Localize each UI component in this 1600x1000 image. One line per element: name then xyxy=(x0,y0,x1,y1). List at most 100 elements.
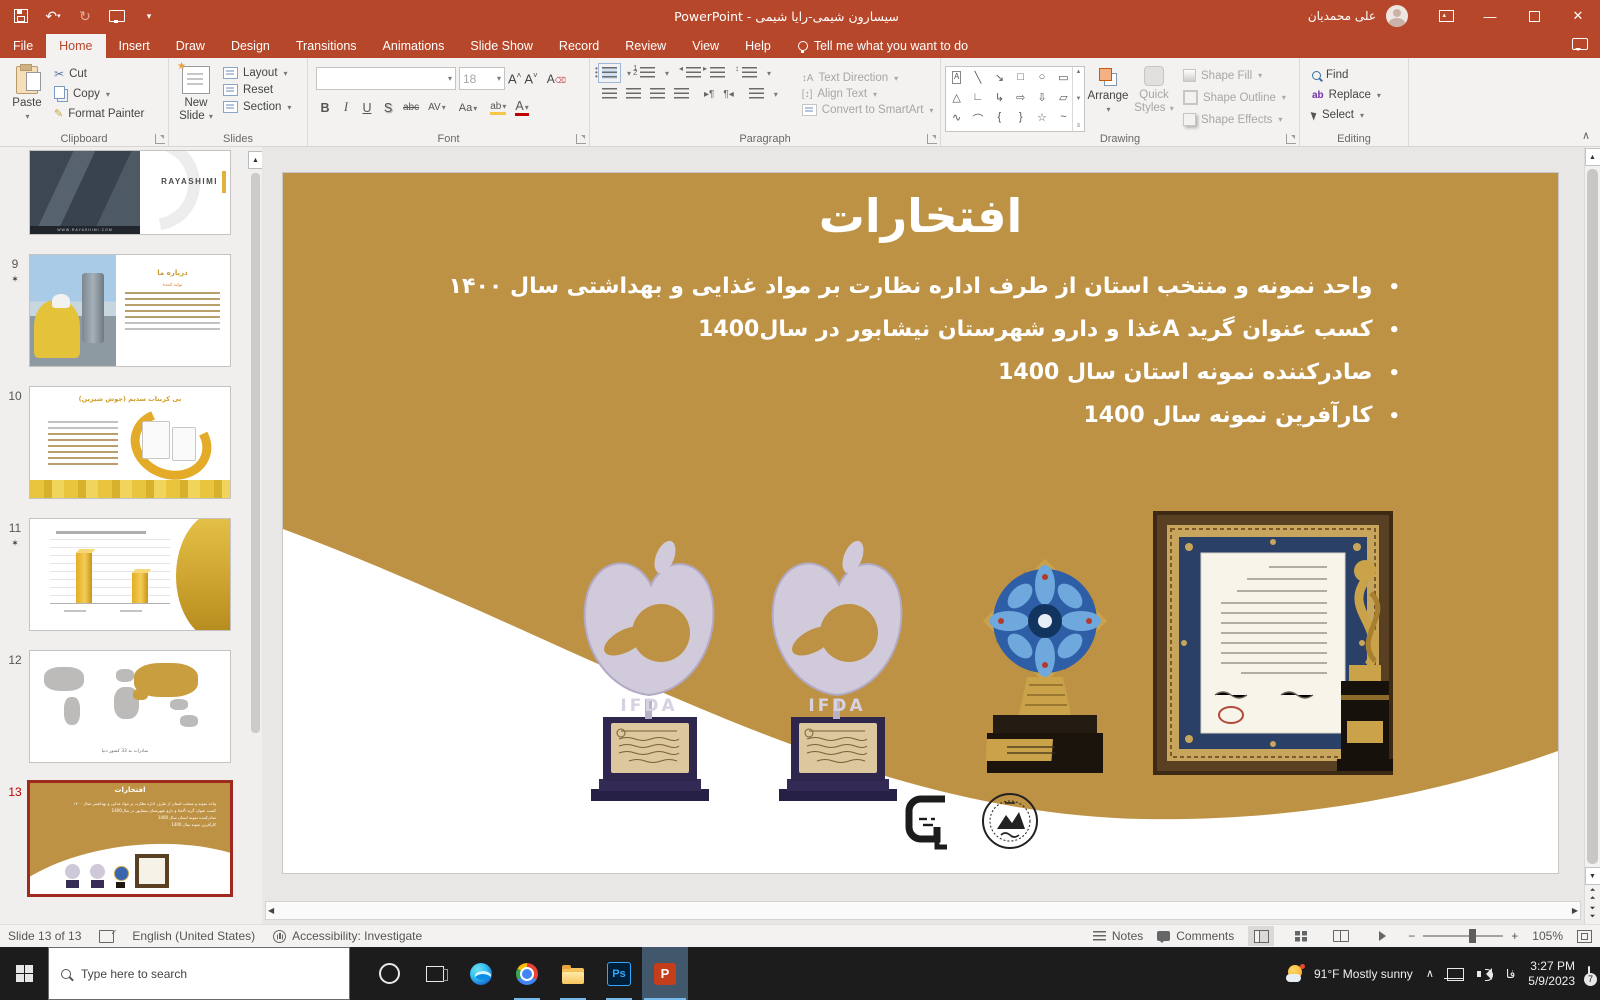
slide-sorter-view-button[interactable] xyxy=(1288,926,1314,946)
ltr-direction-button[interactable]: ▸¶ xyxy=(704,89,714,100)
thumbnail-slide-10[interactable]: بی کربنات سدیم (جوش شیرین) xyxy=(30,387,230,498)
zoom-out-icon[interactable]: − xyxy=(1408,929,1415,943)
clear-formatting-button[interactable]: A⌫ xyxy=(547,72,566,86)
cut-button[interactable]: ✂Cut xyxy=(54,67,144,81)
tab-file[interactable]: File xyxy=(0,34,46,58)
spell-check-icon[interactable] xyxy=(99,930,114,943)
paragraph-dialog-launcher[interactable] xyxy=(927,134,937,144)
tab-transitions[interactable]: Transitions xyxy=(283,34,370,58)
quick-styles-button[interactable]: Quick Styles ▾ xyxy=(1131,61,1177,132)
slide-bullet-list[interactable]: واحد نمونه و منتخب استان از طرف اداره نظ… xyxy=(449,271,1400,443)
align-center-button[interactable] xyxy=(626,88,641,100)
reset-button[interactable]: Reset xyxy=(223,84,291,96)
keyboard-language-indicator[interactable]: فا xyxy=(1506,967,1515,981)
save-icon[interactable] xyxy=(12,7,30,25)
zoom-in-icon[interactable]: + xyxy=(1511,929,1518,943)
taskbar-search-input[interactable]: Type here to search xyxy=(48,947,350,1000)
task-view-button[interactable] xyxy=(412,947,458,1000)
close-button[interactable]: ✕ xyxy=(1556,0,1600,32)
powerpoint-button[interactable]: P xyxy=(642,947,688,1000)
chrome-button[interactable] xyxy=(504,947,550,1000)
tab-record[interactable]: Record xyxy=(546,34,612,58)
italic-button[interactable]: I xyxy=(340,100,352,115)
strikethrough-button[interactable]: abc xyxy=(403,102,419,113)
volume-icon[interactable] xyxy=(1477,967,1493,981)
increase-font-size-button[interactable]: A˄ xyxy=(508,71,521,86)
vertical-scrollbar[interactable]: ▲ ▼ ⏶⏶ ⏷⏷ xyxy=(1584,147,1600,924)
slide-13-editing-surface[interactable]: افتخارات واحد نمونه و منتخب استان از طرف… xyxy=(283,173,1558,873)
bullet-item[interactable]: کسب عنوان گرید Aغذا و دارو شهرستان نیشاب… xyxy=(449,314,1400,347)
thumbnail-slide-9[interactable]: درباره ما تولید کننده xyxy=(30,255,230,366)
language-indicator[interactable]: English (United States) xyxy=(132,929,255,943)
character-spacing-button[interactable]: AV▾ xyxy=(428,102,446,113)
comments-bubble-icon[interactable] xyxy=(1572,38,1588,53)
normal-view-button[interactable] xyxy=(1248,926,1274,946)
section-button[interactable]: Section▾ xyxy=(223,101,291,113)
fit-slide-to-window-icon[interactable] xyxy=(1577,930,1592,943)
increase-indent-button[interactable]: ▸ xyxy=(710,67,725,79)
tab-draw[interactable]: Draw xyxy=(163,34,218,58)
tab-view[interactable]: View xyxy=(679,34,732,58)
start-button[interactable] xyxy=(0,947,48,1000)
align-left-button[interactable] xyxy=(602,88,617,100)
format-painter-button[interactable]: ✎Format Painter xyxy=(54,107,144,120)
tab-insert[interactable]: Insert xyxy=(106,34,163,58)
paste-button[interactable]: Paste▾ xyxy=(4,61,50,123)
reading-view-button[interactable] xyxy=(1328,926,1354,946)
layout-button[interactable]: Layout▾ xyxy=(223,67,291,79)
photoshop-button[interactable]: Ps xyxy=(596,947,642,1000)
arrange-button[interactable]: Arrange▾ xyxy=(1085,61,1131,132)
start-slideshow-icon[interactable] xyxy=(108,7,126,25)
shape-outline-button[interactable]: Shape Outline▾ xyxy=(1183,90,1286,105)
drawing-dialog-launcher[interactable] xyxy=(1286,134,1296,144)
network-icon[interactable] xyxy=(1447,968,1464,981)
text-shadow-button[interactable]: S xyxy=(382,101,394,115)
font-size-combo[interactable]: 18▾ xyxy=(459,67,505,90)
horizontal-scrollbar[interactable]: ◀ ▶ xyxy=(265,901,1581,920)
font-color-button[interactable]: A▾ xyxy=(515,99,528,116)
undo-icon[interactable]: ↶▾ xyxy=(44,7,62,25)
tab-design[interactable]: Design xyxy=(218,34,283,58)
tab-review[interactable]: Review xyxy=(612,34,679,58)
tab-animations[interactable]: Animations xyxy=(370,34,458,58)
accessibility-status[interactable]: Accessibility: Investigate xyxy=(273,929,422,943)
decrease-indent-button[interactable]: ◂ xyxy=(686,67,701,79)
slide-show-button[interactable] xyxy=(1368,926,1394,946)
decrease-font-size-button[interactable]: A˅ xyxy=(524,71,537,86)
change-case-button[interactable]: Aa▾ xyxy=(459,102,477,114)
convert-to-smartart-button[interactable]: Convert to SmartArt▾ xyxy=(802,104,934,116)
bold-button[interactable]: B xyxy=(319,101,331,115)
shapes-gallery[interactable]: A ╲↘ □○ ▭△ ∟↳ ⇨⇩ ▱∿ ⌒{ }☆ ~ ▲▼≡ xyxy=(945,66,1085,132)
bullet-item[interactable]: کارآفرین نمونه سال 1400 xyxy=(449,400,1400,433)
align-text-button[interactable]: [↕]Align Text▾ xyxy=(802,88,934,100)
account-name[interactable]: علی محمدیان xyxy=(1308,9,1376,23)
comments-button[interactable]: Comments xyxy=(1157,929,1234,943)
next-slide-icon[interactable]: ⏷⏷ xyxy=(1586,905,1600,921)
weather-widget[interactable]: 91°F Mostly sunny xyxy=(1286,964,1413,984)
collapse-ribbon-icon[interactable]: ∧ xyxy=(1582,129,1590,142)
numbering-button[interactable]: 12 xyxy=(640,67,655,79)
scroll-down-icon[interactable]: ▼ xyxy=(1585,867,1600,885)
customize-qat-icon[interactable]: ▾ xyxy=(140,7,158,25)
thumbnail-scroll-up-icon[interactable]: ▲ xyxy=(248,151,262,169)
tray-expand-icon[interactable]: ∧ xyxy=(1426,967,1434,980)
select-button[interactable]: Select▾ xyxy=(1312,109,1398,121)
bullet-item[interactable]: واحد نمونه و منتخب استان از طرف اداره نظ… xyxy=(449,271,1400,304)
font-dialog-launcher[interactable] xyxy=(576,134,586,144)
thumbnail-slide-8[interactable]: WWW.RAYASHIMI.COM RAYASHIMI xyxy=(30,151,230,234)
replace-button[interactable]: abReplace▾ xyxy=(1312,89,1398,101)
cortana-button[interactable] xyxy=(366,947,412,1000)
font-name-combo[interactable]: ▾ xyxy=(316,67,456,90)
thumbnail-scrollbar[interactable]: ▲ xyxy=(248,151,262,924)
scroll-up-icon[interactable]: ▲ xyxy=(1585,148,1600,166)
zoom-slider-thumb[interactable] xyxy=(1469,929,1476,943)
previous-slide-icon[interactable]: ⏶⏶ xyxy=(1586,887,1600,903)
thumbnail-slide-12[interactable]: صادرات به 33 کشور دنیا xyxy=(30,651,230,762)
tab-help[interactable]: Help xyxy=(732,34,784,58)
zoom-percentage[interactable]: 105% xyxy=(1532,929,1563,943)
bullets-button[interactable]: ••• xyxy=(602,67,617,79)
shape-effects-button[interactable]: Shape Effects▾ xyxy=(1183,113,1286,126)
scroll-left-icon[interactable]: ◀ xyxy=(268,906,274,915)
scrollbar-thumb[interactable] xyxy=(1587,169,1598,864)
zoom-slider[interactable]: − + xyxy=(1408,929,1518,943)
